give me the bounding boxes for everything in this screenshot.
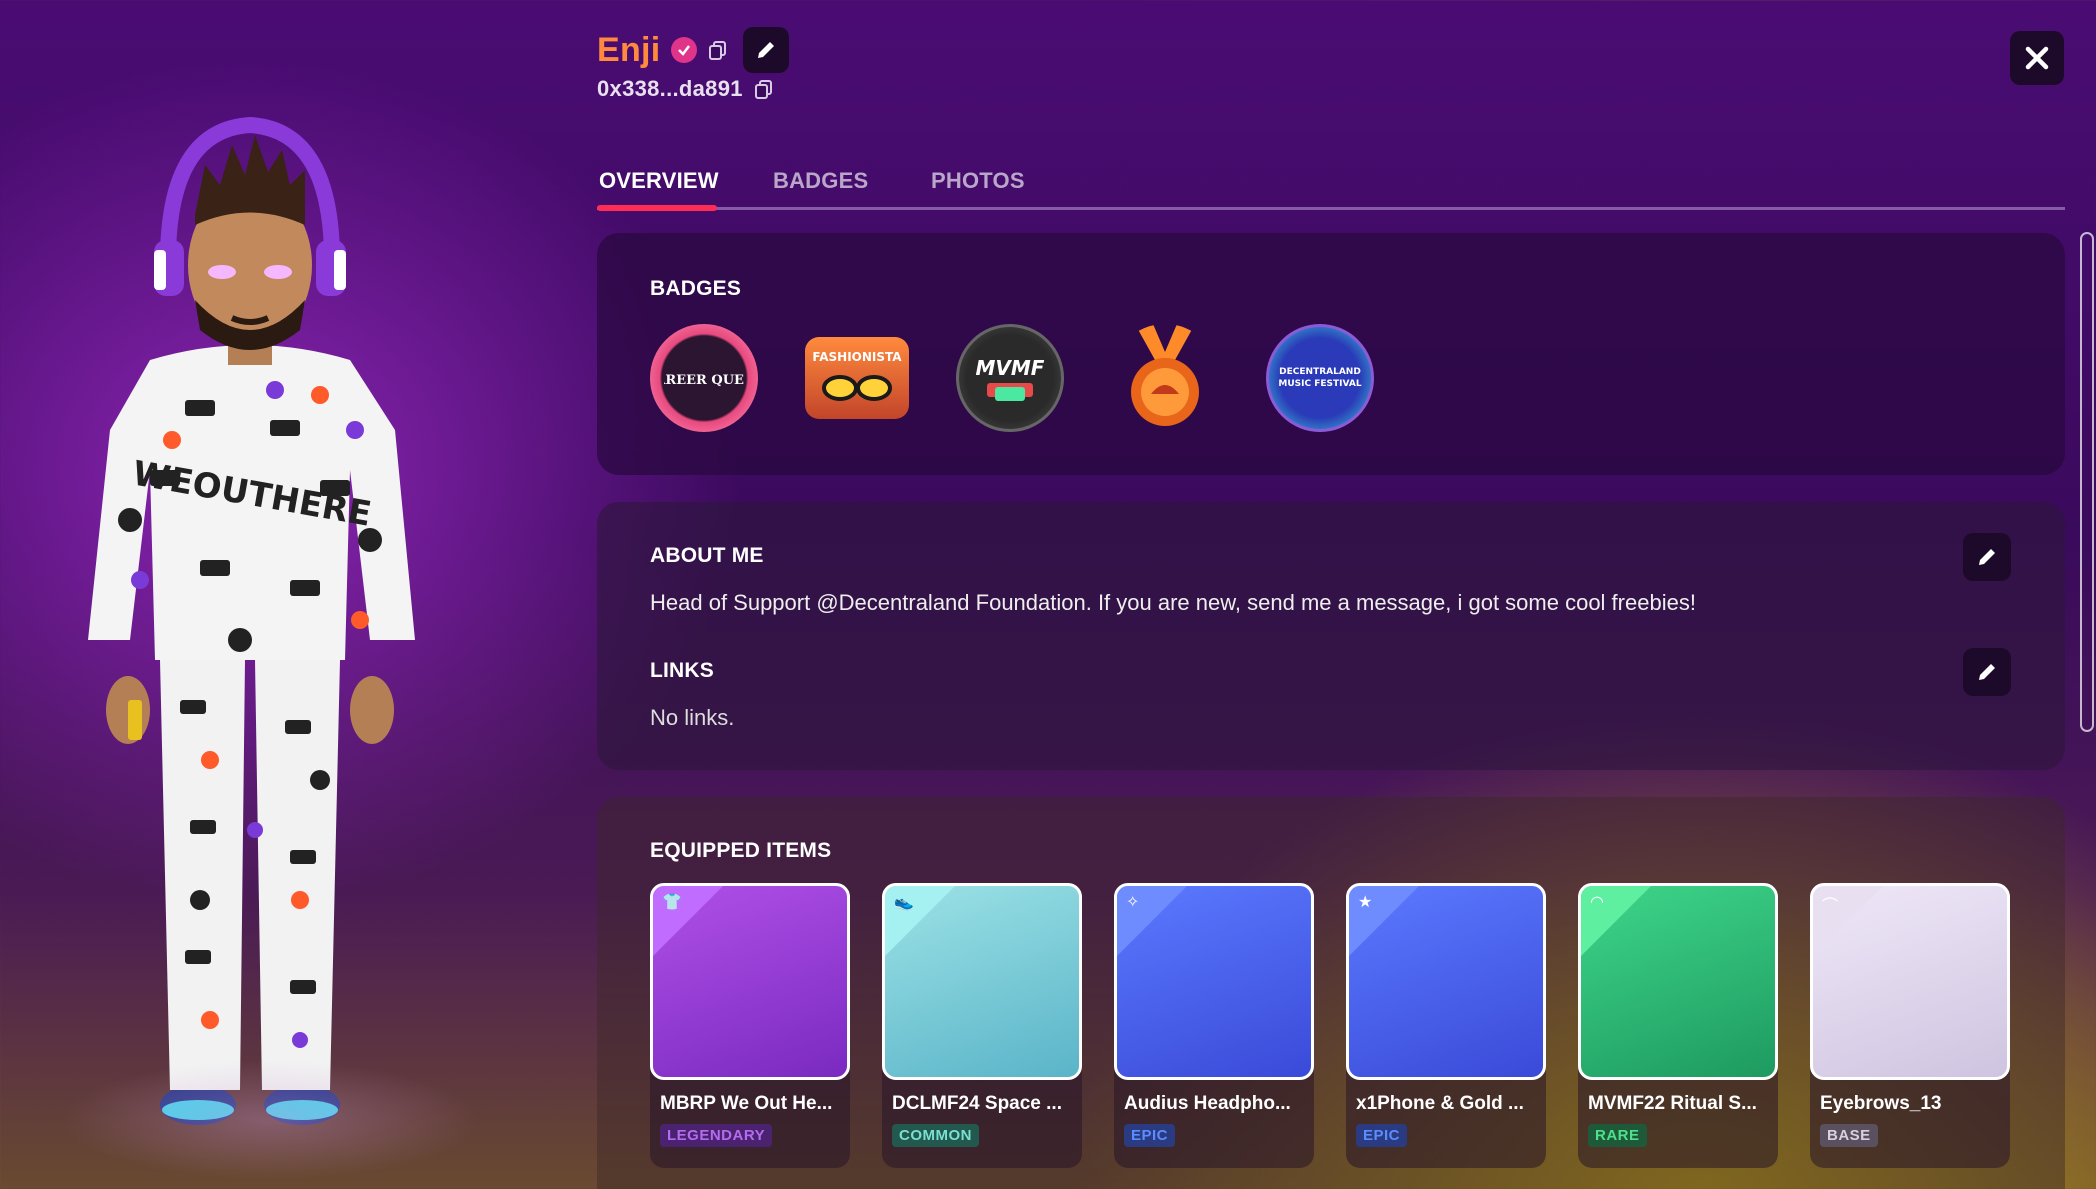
about-card: ABOUT ME Head of Support @Decentraland F… — [597, 502, 2065, 770]
pencil-icon — [1979, 664, 1995, 680]
scrollbar[interactable] — [2080, 232, 2094, 732]
edit-name-button[interactable] — [742, 27, 789, 73]
fashionista-badge[interactable]: FASHIONISTA — [805, 337, 909, 419]
item-rarity-badge: COMMON — [892, 1124, 979, 1147]
hair-icon: ◠ — [1590, 894, 1604, 911]
item-name: x1Phone & Gold ... — [1356, 1093, 1524, 1114]
tab-badges[interactable]: BADGES — [773, 168, 868, 194]
equipped-title: EQUIPPED ITEMS — [650, 839, 832, 862]
equipped-item[interactable]: ✧ Audius Headpho... EPIC — [1114, 883, 1314, 1168]
svg-text:CAREER QUEST: CAREER QUEST — [664, 373, 744, 388]
item-rarity-badge: EPIC — [1124, 1124, 1176, 1147]
links-empty-text: No links. — [650, 705, 735, 730]
shoes-icon: 👟 — [894, 894, 914, 911]
badges-title: BADGES — [650, 277, 742, 300]
equipped-item[interactable]: ◠ MVMF22 Ritual S... RARE — [1578, 883, 1778, 1168]
mvmf-badge[interactable]: MVMF — [956, 324, 1064, 432]
item-thumbnail: 👟 — [882, 883, 1082, 1080]
equipped-item[interactable]: 👕 MBRP We Out He... LEGENDARY — [650, 883, 850, 1168]
career-quest-badge[interactable]: CAREER QUEST — [650, 324, 758, 432]
item-thumbnail: ✧ — [1114, 883, 1314, 1080]
pencil-icon — [757, 42, 774, 58]
earring-icon: ✧ — [1126, 894, 1140, 911]
equipped-item[interactable]: 👟 DCLMF24 Space ... COMMON — [882, 883, 1082, 1168]
tab-overview[interactable]: OVERVIEW — [599, 168, 719, 194]
close-icon — [2025, 46, 2049, 70]
equipped-items-card: EQUIPPED ITEMS 👕 MBRP We Out He... LEGENDA… — [597, 797, 2065, 1189]
item-thumbnail: 👕 — [650, 883, 850, 1080]
links-title: LINKS — [650, 659, 714, 682]
edit-links-button[interactable] — [1963, 648, 2011, 696]
accessory-icon: ★ — [1358, 894, 1373, 911]
svg-text:DECENTRALAND: DECENTRALAND — [1279, 367, 1361, 377]
svg-text:MUSIC FESTIVAL: MUSIC FESTIVAL — [1278, 379, 1361, 389]
eyebrows-icon: ⌒ — [1822, 898, 1839, 915]
item-rarity-badge: EPIC — [1356, 1124, 1408, 1147]
profile-tabs: OVERVIEW BADGES PHOTOS — [597, 160, 2065, 211]
item-thumbnail: ◠ — [1578, 883, 1778, 1080]
name-row: Enji — [597, 27, 789, 73]
equipped-items-row: 👕 MBRP We Out He... LEGENDARY 👟 DCLMF24 Spac… — [650, 883, 2010, 1168]
medal-badge[interactable] — [1111, 324, 1219, 432]
address-row: 0x338...da891 — [597, 76, 789, 102]
active-tab-indicator — [597, 205, 717, 211]
item-rarity-badge: LEGENDARY — [660, 1124, 773, 1147]
item-name: MVMF22 Ritual S... — [1588, 1093, 1757, 1114]
item-thumbnail: ⌒ — [1810, 883, 2010, 1080]
item-rarity-badge: BASE — [1820, 1124, 1878, 1147]
equipped-item[interactable]: ★ x1Phone & Gold ... EPIC — [1346, 883, 1546, 1168]
svg-text:FASHIONISTA: FASHIONISTA — [812, 350, 902, 364]
edit-about-button[interactable] — [1963, 533, 2011, 581]
shirt-icon: 👕 — [662, 894, 682, 911]
equipped-item[interactable]: ⌒ Eyebrows_13 BASE — [1810, 883, 2010, 1168]
avatar-preview[interactable]: WEOUTHERE — [0, 0, 540, 1189]
item-name: MBRP We Out He... — [660, 1093, 833, 1114]
profile-header: Enji 0x338...da891 — [597, 27, 789, 102]
wallet-address: 0x338...da891 — [597, 76, 743, 101]
badges-card: BADGES CAREER QUEST FASHIONISTA MVMF DEC… — [597, 233, 2065, 475]
verified-icon — [670, 37, 697, 63]
about-title: ABOUT ME — [650, 544, 764, 567]
item-name: Eyebrows_13 — [1820, 1093, 1942, 1114]
close-button[interactable] — [2010, 31, 2064, 85]
music-festival-badge[interactable]: DECENTRALAND MUSIC FESTIVAL — [1266, 324, 1374, 432]
item-name: Audius Headpho... — [1124, 1093, 1291, 1114]
pencil-icon — [1979, 549, 1995, 565]
badges-row: CAREER QUEST FASHIONISTA MVMF DECENTRALA… — [650, 324, 1374, 432]
copy-address-icon[interactable] — [753, 78, 775, 100]
user-name: Enji — [597, 30, 661, 69]
tab-photos[interactable]: PHOTOS — [931, 168, 1025, 194]
avatar-floor-glow — [60, 1060, 480, 1180]
item-name: DCLMF24 Space ... — [892, 1093, 1062, 1114]
svg-text:MVMF: MVMF — [976, 356, 1045, 380]
item-rarity-badge: RARE — [1588, 1124, 1647, 1147]
avatar-figure: WEOUTHERE — [88, 116, 415, 1125]
copy-name-icon[interactable] — [707, 39, 729, 61]
about-text: Head of Support @Decentraland Foundation… — [650, 590, 1696, 615]
item-thumbnail: ★ — [1346, 883, 1546, 1080]
